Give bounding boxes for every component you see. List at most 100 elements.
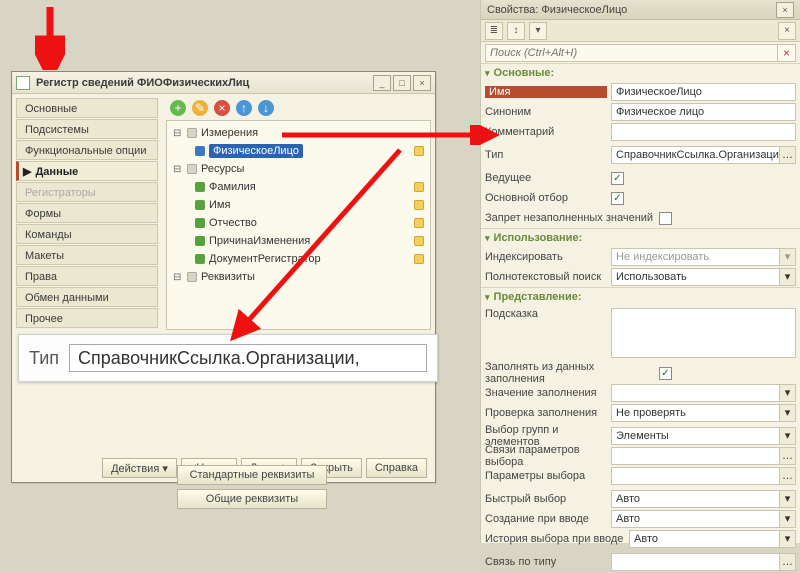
sidebar-item-forms[interactable]: Формы <box>16 203 158 223</box>
tree-pane: + ✎ × ↑ ↓ ⊟Измерения ФизическоеЛицо ⊟Рес… <box>162 94 435 454</box>
drag-handle-icon[interactable] <box>414 200 424 210</box>
prop-type-key: Тип <box>485 149 607 161</box>
search-input[interactable] <box>485 44 778 62</box>
prop-param-value[interactable]: … <box>611 467 796 485</box>
prop-fillval-key: Значение заполнения <box>485 387 607 399</box>
edit-icon[interactable]: ✎ <box>192 100 208 116</box>
prop-check-value[interactable]: Не проверять▾ <box>611 404 796 422</box>
prop-comment-value[interactable] <box>611 123 796 141</box>
prop-history-value[interactable]: Авто▾ <box>629 530 796 548</box>
dropdown-icon[interactable]: ▾ <box>779 531 795 547</box>
zoom-callout: Тип СправочникСсылка.Организации, <box>18 334 438 382</box>
sidebar-item-subsystems[interactable]: Подсистемы <box>16 119 158 139</box>
mainfilter-checkbox[interactable]: ✓ <box>611 192 624 205</box>
maximize-button[interactable]: □ <box>393 75 411 91</box>
section-usage[interactable]: ▾Использование: <box>481 229 800 247</box>
prop-groupsel-value[interactable]: Элементы▾ <box>611 427 796 445</box>
move-down-icon[interactable]: ↓ <box>258 100 274 116</box>
dropdown-icon[interactable]: ▾ <box>779 511 795 527</box>
register-title: Регистр сведений ФИОФизическихЛиц <box>36 77 367 89</box>
prop-noempty-key: Запрет незаполненных значений <box>485 212 655 224</box>
sidebar-item-other[interactable]: Прочее <box>16 308 158 328</box>
tree-node-resources[interactable]: Ресурсы <box>201 163 244 175</box>
dropdown-icon[interactable]: ▾ <box>779 249 795 265</box>
move-up-icon[interactable]: ↑ <box>236 100 252 116</box>
prop-fillval-value[interactable]: ▾ <box>611 384 796 402</box>
properties-toolbar: ≣ ↕ ▾ × <box>481 20 800 42</box>
prop-fulltext-key: Полнотекстовый поиск <box>485 271 607 283</box>
tree-leaf[interactable]: Отчество <box>209 217 257 229</box>
tree-leaf[interactable]: ПричинаИзменения <box>209 235 310 247</box>
prop-paramlink-value[interactable]: … <box>611 447 796 465</box>
sidebar-item-main[interactable]: Основные <box>16 98 158 118</box>
clear-search-icon[interactable]: × <box>778 44 796 62</box>
open-type-dialog-icon[interactable]: … <box>779 147 795 163</box>
dropdown-icon[interactable]: ▾ <box>779 269 795 285</box>
register-titlebar[interactable]: Регистр сведений ФИОФизическихЛиц _ □ × <box>12 72 435 94</box>
sidebar-item-rights[interactable]: Права <box>16 266 158 286</box>
dropdown-icon[interactable]: ▾ <box>779 405 795 421</box>
help-button[interactable]: Справка <box>366 458 427 478</box>
sidebar-item-funcopt[interactable]: Функциональные опции <box>16 140 158 160</box>
drag-handle-icon[interactable] <box>414 218 424 228</box>
common-attrs-button[interactable]: Общие реквизиты <box>177 489 327 509</box>
sort-icon[interactable]: ↕ <box>507 22 525 40</box>
actions-button[interactable]: Действия ▾ <box>102 458 177 478</box>
dropdown-icon[interactable]: ▾ <box>779 491 795 507</box>
properties-panel: Свойства: ФизическоеЛицо × ≣ ↕ ▾ × × ▾Ос… <box>480 0 800 543</box>
open-dialog-icon[interactable]: … <box>779 468 795 484</box>
tree-node-dimensions[interactable]: Измерения <box>201 127 258 139</box>
categorize-icon[interactable]: ≣ <box>485 22 503 40</box>
prop-comment-key: Комментарий <box>485 126 607 138</box>
tree-area[interactable]: ⊟Измерения ФизическоеЛицо ⊟Ресурсы Фамил… <box>166 120 431 330</box>
prop-linktype-key: Связь по типу <box>485 556 607 568</box>
prop-type-value[interactable]: СправочникСсылка.Организации, Справочник… <box>611 146 796 164</box>
drag-handle-icon[interactable] <box>414 236 424 246</box>
drag-handle-icon[interactable] <box>414 182 424 192</box>
prop-create-key: Создание при вводе <box>485 513 607 525</box>
dropdown-icon[interactable]: ▾ <box>779 428 795 444</box>
filldata-checkbox[interactable]: ✓ <box>659 367 672 380</box>
prop-create-value[interactable]: Авто▾ <box>611 510 796 528</box>
prop-name-value[interactable]: ФизическоеЛицо <box>611 83 796 101</box>
tree-leaf[interactable]: Имя <box>209 199 230 211</box>
dropdown-icon[interactable]: ▾ <box>779 385 795 401</box>
prop-fulltext-value[interactable]: Использовать▾ <box>611 268 796 286</box>
drag-handle-icon[interactable] <box>414 254 424 264</box>
leading-checkbox[interactable]: ✓ <box>611 172 624 185</box>
registry-icon <box>16 76 30 90</box>
delete-icon[interactable]: × <box>214 100 230 116</box>
filter-icon[interactable]: ▾ <box>529 22 547 40</box>
prop-linktype-value[interactable]: … <box>611 553 796 571</box>
prop-hint-key: Подсказка <box>485 308 607 320</box>
open-dialog-icon[interactable]: … <box>779 448 795 464</box>
section-main[interactable]: ▾Основные: <box>481 64 800 82</box>
tree-leaf-person[interactable]: ФизическоеЛицо <box>209 144 303 158</box>
drag-handle-icon[interactable] <box>414 146 424 156</box>
sidebar-item-exchange[interactable]: Обмен данными <box>16 287 158 307</box>
close-button[interactable]: × <box>413 75 431 91</box>
sidebar-item-layouts[interactable]: Макеты <box>16 245 158 265</box>
section-presentation[interactable]: ▾Представление: <box>481 288 800 306</box>
standard-attrs-button[interactable]: Стандартные реквизиты <box>177 465 327 485</box>
tree-leaf[interactable]: ДокументРегистратор <box>209 253 321 265</box>
prop-filldata-key: Заполнять из данных заполнения <box>485 361 655 385</box>
prop-name-key: Имя <box>485 86 607 98</box>
zoom-label: Тип <box>29 348 59 369</box>
prop-index-value[interactable]: Не индексировать▾ <box>611 248 796 266</box>
open-dialog-icon[interactable]: … <box>779 554 795 570</box>
pin-icon[interactable]: × <box>776 2 794 18</box>
prop-synonym-value[interactable]: Физическое лицо <box>611 103 796 121</box>
tree-node-attributes[interactable]: Реквизиты <box>201 271 255 283</box>
prop-param-key: Параметры выбора <box>485 470 607 482</box>
sidebar-item-commands[interactable]: Команды <box>16 224 158 244</box>
sidebar-item-data[interactable]: ▶Данные <box>16 161 158 181</box>
prop-leading-key: Ведущее <box>485 172 607 184</box>
minimize-button[interactable]: _ <box>373 75 391 91</box>
close-panel-icon[interactable]: × <box>778 22 796 40</box>
prop-quick-value[interactable]: Авто▾ <box>611 490 796 508</box>
noempty-checkbox[interactable] <box>659 212 672 225</box>
prop-hint-value[interactable] <box>611 308 796 358</box>
tree-leaf[interactable]: Фамилия <box>209 181 256 193</box>
add-icon[interactable]: + <box>170 100 186 116</box>
